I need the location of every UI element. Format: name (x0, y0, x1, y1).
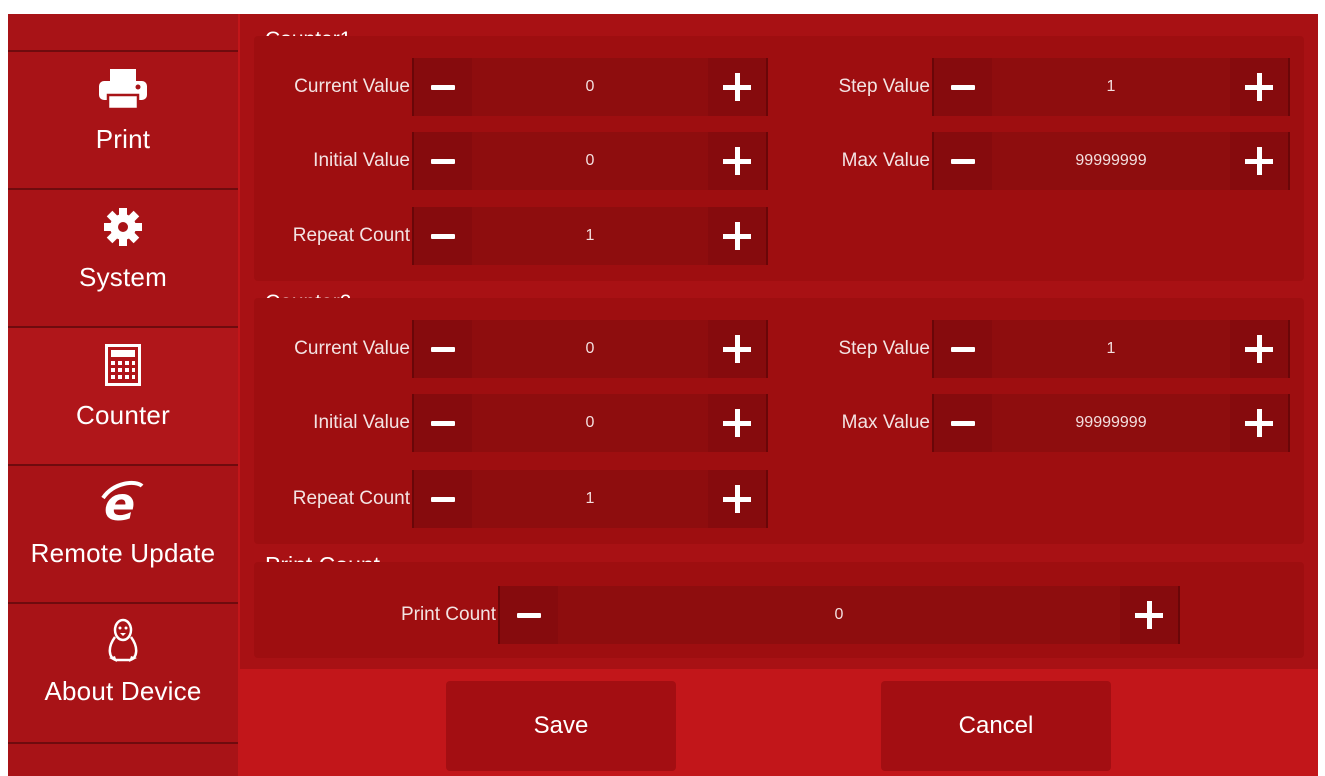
plus-icon (723, 485, 751, 513)
decrement-button[interactable] (934, 394, 992, 452)
stepper-value[interactable]: 0 (472, 78, 708, 96)
sidebar-item-print[interactable]: Print (8, 52, 238, 188)
action-bar: Save Cancel (240, 669, 1318, 776)
step-value-label: Step Value (838, 338, 930, 359)
printer-icon (97, 66, 149, 112)
repeat-count-label: Repeat Count (292, 225, 410, 246)
decrement-button[interactable] (414, 58, 472, 116)
increment-button[interactable] (1230, 132, 1288, 190)
repeat-count-label: Repeat Count (292, 488, 410, 509)
decrement-button[interactable] (500, 586, 558, 644)
counter1-step-value-stepper: 1 (932, 58, 1290, 116)
decrement-button[interactable] (414, 132, 472, 190)
minus-icon (431, 346, 455, 352)
decrement-button[interactable] (934, 132, 992, 190)
minus-icon (431, 496, 455, 502)
plus-icon (1245, 409, 1273, 437)
counter2-max-value-stepper: 99999999 (932, 394, 1290, 452)
plus-icon (1245, 73, 1273, 101)
stepper-value[interactable]: 99999999 (992, 414, 1230, 432)
counter2-initial-value-stepper: 0 (412, 394, 768, 452)
stepper-value[interactable]: 0 (472, 152, 708, 170)
increment-button[interactable] (1230, 320, 1288, 378)
plus-icon (1245, 147, 1273, 175)
minus-icon (951, 346, 975, 352)
internet-explorer-icon: e (100, 480, 146, 526)
increment-button[interactable] (708, 470, 766, 528)
max-value-label: Max Value (841, 150, 930, 171)
step-value-label: Step Value (838, 76, 930, 97)
minus-icon (951, 158, 975, 164)
sidebar-item-label: Print (95, 124, 151, 154)
decrement-button[interactable] (934, 58, 992, 116)
increment-button[interactable] (1230, 394, 1288, 452)
sidebar-item-remote-update[interactable]: e Remote Update (8, 466, 238, 602)
counter2-step-value-stepper: 1 (932, 320, 1290, 378)
minus-icon (431, 420, 455, 426)
counter2-repeat-count-stepper: 1 (412, 470, 768, 528)
plus-icon (1135, 601, 1163, 629)
decrement-button[interactable] (934, 320, 992, 378)
initial-value-label: Initial Value (313, 150, 410, 171)
calculator-icon (105, 342, 141, 388)
stepper-value[interactable]: 0 (558, 606, 1120, 624)
increment-button[interactable] (708, 320, 766, 378)
plus-icon (723, 409, 751, 437)
counter1-repeat-count-stepper: 1 (412, 207, 768, 265)
save-button[interactable]: Save (446, 681, 676, 771)
increment-button[interactable] (708, 58, 766, 116)
plus-icon (723, 147, 751, 175)
increment-button[interactable] (708, 132, 766, 190)
plus-icon (723, 335, 751, 363)
decrement-button[interactable] (414, 320, 472, 378)
cancel-button[interactable]: Cancel (881, 681, 1111, 771)
decrement-button[interactable] (414, 470, 472, 528)
counter1-current-value-stepper: 0 (412, 58, 768, 116)
plus-icon (723, 222, 751, 250)
sidebar-item-about-device[interactable]: About Device (8, 604, 238, 740)
decrement-button[interactable] (414, 207, 472, 265)
stepper-value[interactable]: 1 (472, 490, 708, 508)
increment-button[interactable] (1120, 586, 1178, 644)
print-count-stepper: 0 (498, 586, 1180, 644)
stepper-value[interactable]: 0 (472, 340, 708, 358)
plus-icon (1245, 335, 1273, 363)
minus-icon (431, 233, 455, 239)
current-value-label: Current Value (294, 76, 410, 97)
sidebar: Print System Counter e Remote Update Abo… (8, 14, 238, 776)
minus-icon (431, 158, 455, 164)
sidebar-divider (8, 742, 238, 744)
sidebar-item-label: System (79, 262, 167, 292)
stepper-value[interactable]: 1 (992, 78, 1230, 96)
counter1-initial-value-stepper: 0 (412, 132, 768, 190)
plus-icon (723, 73, 751, 101)
sidebar-item-label: Counter (76, 400, 170, 430)
app-window: Print System Counter e Remote Update Abo… (8, 14, 1318, 776)
increment-button[interactable] (708, 394, 766, 452)
sidebar-item-label: About Device (44, 676, 202, 706)
increment-button[interactable] (1230, 58, 1288, 116)
print-count-label: Print Count (400, 604, 496, 625)
initial-value-label: Initial Value (313, 412, 410, 433)
gear-icon (103, 204, 143, 250)
counter2-current-value-stepper: 0 (412, 320, 768, 378)
stepper-value[interactable]: 1 (472, 227, 708, 245)
counter-settings-panel: Counter1 Current Value 0 Step Value 1 In… (240, 14, 1318, 669)
stepper-value[interactable]: 99999999 (992, 152, 1230, 170)
stepper-value[interactable]: 1 (992, 340, 1230, 358)
minus-icon (431, 84, 455, 90)
minus-icon (951, 420, 975, 426)
minus-icon (951, 84, 975, 90)
stepper-value[interactable]: 0 (472, 414, 708, 432)
counter1-max-value-stepper: 99999999 (932, 132, 1290, 190)
minus-icon (517, 612, 541, 618)
decrement-button[interactable] (414, 394, 472, 452)
current-value-label: Current Value (294, 338, 410, 359)
linux-penguin-icon (103, 618, 143, 664)
max-value-label: Max Value (841, 412, 930, 433)
sidebar-item-counter[interactable]: Counter (8, 328, 238, 464)
sidebar-item-system[interactable]: System (8, 190, 238, 326)
increment-button[interactable] (708, 207, 766, 265)
sidebar-item-label: Remote Update (30, 538, 216, 568)
